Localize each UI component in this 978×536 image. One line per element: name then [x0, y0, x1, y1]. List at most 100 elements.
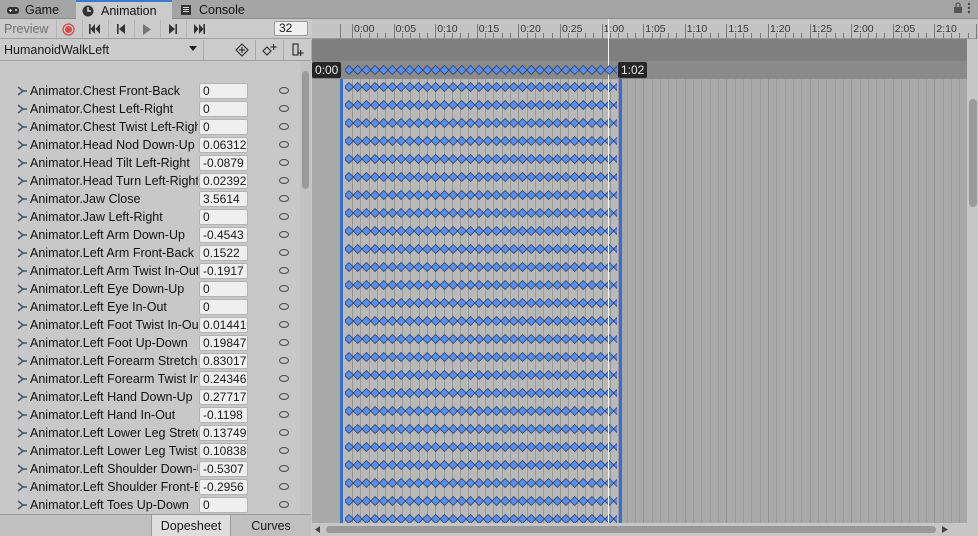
keyframe-diamond[interactable]	[508, 406, 519, 416]
keyframe-diamond[interactable]	[526, 424, 537, 434]
keyframe-diamond[interactable]	[345, 100, 355, 110]
keyframe-diamond[interactable]	[534, 496, 545, 506]
keyframe-diamond[interactable]	[526, 136, 537, 146]
keyframe-diamond[interactable]	[430, 316, 441, 326]
keyframe-diamond[interactable]	[422, 154, 433, 164]
keyframe-diamond[interactable]	[422, 172, 433, 182]
keyframe-diamond[interactable]	[448, 352, 459, 362]
keyframe-diamond[interactable]	[552, 244, 563, 254]
keyframe-diamond[interactable]	[578, 262, 589, 272]
keyframe-diamond[interactable]	[361, 406, 372, 416]
keyframe-diamond[interactable]	[569, 82, 580, 92]
keyframe-diamond[interactable]	[448, 100, 459, 110]
keyframe-diamond[interactable]	[387, 208, 398, 218]
keyframe-diamond[interactable]	[378, 100, 389, 110]
last-keyframe-button[interactable]	[186, 20, 210, 38]
keyframe-diamond[interactable]	[413, 298, 424, 308]
keyframe-diamond[interactable]	[560, 442, 572, 452]
keyframe-diamond[interactable]	[482, 280, 493, 290]
keyframe-diamond[interactable]	[500, 460, 511, 470]
property-row[interactable]: Animator.Chest Front-Back 0	[0, 82, 300, 100]
keyframe-diamond[interactable]	[361, 496, 372, 506]
property-value-field[interactable]: -0.5307	[199, 461, 248, 477]
keyframe-diamond[interactable]	[430, 334, 441, 344]
keyframe-diamond[interactable]	[430, 226, 441, 236]
visibility-toggle-icon[interactable]	[279, 375, 289, 382]
keyframe-diamond[interactable]	[543, 226, 554, 236]
keyframe-diamond[interactable]	[439, 298, 450, 308]
keyframe-diamond[interactable]	[578, 136, 589, 146]
keyframe-diamond[interactable]	[465, 280, 476, 290]
keyframe-diamond[interactable]	[413, 65, 424, 75]
keyframe-diamond[interactable]	[526, 460, 537, 470]
keyframe-diamond[interactable]	[517, 496, 528, 506]
keyframe-diamond[interactable]	[474, 388, 485, 398]
keyframe-diamond[interactable]	[395, 82, 407, 92]
keyframe-diamond[interactable]	[595, 65, 606, 75]
keyframe-diamond[interactable]	[482, 190, 493, 200]
keyframe-diamond[interactable]	[378, 388, 389, 398]
visibility-toggle-icon[interactable]	[279, 231, 289, 238]
keyframe-diamond[interactable]	[352, 262, 363, 272]
keyframe-diamond[interactable]	[387, 82, 398, 92]
keyframe-diamond[interactable]	[543, 100, 554, 110]
property-value-field[interactable]: 0	[199, 497, 248, 513]
keyframe-diamond[interactable]	[552, 65, 563, 75]
keyframe-diamond[interactable]	[595, 460, 606, 470]
time-ruler[interactable]: 0:00 0:05 0:10 0:15 0:20 0:25 1:00 1:05 1:10 1:15…	[312, 19, 978, 39]
dopesheet-timeline[interactable]: 0:00 0:05 0:10 0:15 0:20 0:25 1:00 1:05 1:10 1:15…	[312, 19, 978, 536]
keyframe-diamond[interactable]	[474, 406, 485, 416]
keyframe-diamond[interactable]	[395, 226, 407, 236]
keyframe-diamond[interactable]	[517, 244, 528, 254]
keyframe-diamond[interactable]	[569, 478, 580, 488]
keyframe-diamond[interactable]	[430, 244, 441, 254]
keyframe-diamond[interactable]	[448, 82, 459, 92]
kebab-menu-icon[interactable]	[966, 2, 972, 14]
keyframe-diamond[interactable]	[456, 244, 467, 254]
keyframe-diamond[interactable]	[595, 280, 606, 290]
timeline-horizontal-scrollbar[interactable]	[312, 523, 978, 536]
keyframe-diamond[interactable]	[604, 118, 615, 128]
keyframe-diamond[interactable]	[517, 424, 528, 434]
keyframe-diamond[interactable]	[595, 316, 606, 326]
property-value-field[interactable]: -0.1198	[199, 407, 248, 423]
keyframe-diamond[interactable]	[387, 154, 398, 164]
keyframe-diamond[interactable]	[369, 496, 381, 506]
keyframe-diamond[interactable]	[378, 136, 389, 146]
keyframe-diamond[interactable]	[422, 334, 433, 344]
keyframe-diamond[interactable]	[352, 82, 363, 92]
keyframe-diamond[interactable]	[586, 316, 598, 326]
keyframe-diamond[interactable]	[517, 208, 528, 218]
property-row[interactable]: Animator.Left Forearm Stretch 0.83017	[0, 352, 300, 370]
keyframe-diamond[interactable]	[345, 406, 355, 416]
keyframe-diamond[interactable]	[361, 334, 372, 344]
previous-keyframe-button[interactable]	[108, 20, 132, 38]
keyframe-diamond[interactable]	[474, 65, 485, 75]
keyframe-diamond[interactable]	[578, 154, 589, 164]
keyframe-diamond[interactable]	[474, 370, 485, 380]
property-row[interactable]: Animator.Jaw Close 3.5614	[0, 190, 300, 208]
keyframe-diamond[interactable]	[526, 154, 537, 164]
keyframe-diamond[interactable]	[456, 226, 467, 236]
keyframe-diamond[interactable]	[369, 118, 381, 128]
keyframe-diamond[interactable]	[604, 190, 615, 200]
keyframe-diamond[interactable]	[482, 172, 493, 182]
keyframe-diamond[interactable]	[560, 334, 572, 344]
keyframe-diamond[interactable]	[482, 496, 493, 506]
property-value-field[interactable]: -0.0879	[199, 155, 248, 171]
keyframe-diamond[interactable]	[612, 388, 618, 398]
keyframe-diamond[interactable]	[413, 208, 424, 218]
keyframe-diamond[interactable]	[387, 460, 398, 470]
keyframe-diamond[interactable]	[482, 208, 493, 218]
keyframe-diamond[interactable]	[345, 244, 355, 254]
keyframe-diamond[interactable]	[508, 244, 519, 254]
visibility-toggle-icon[interactable]	[279, 105, 289, 112]
keyframe-diamond[interactable]	[526, 496, 537, 506]
keyframe-diamond[interactable]	[586, 460, 598, 470]
keyframe-diamond[interactable]	[387, 334, 398, 344]
keyframe-diamond[interactable]	[612, 136, 618, 146]
keyframe-diamond[interactable]	[439, 334, 450, 344]
keyframe-diamond[interactable]	[345, 118, 355, 128]
keyframe-diamond[interactable]	[404, 262, 415, 272]
keyframe-diamond[interactable]	[474, 172, 485, 182]
